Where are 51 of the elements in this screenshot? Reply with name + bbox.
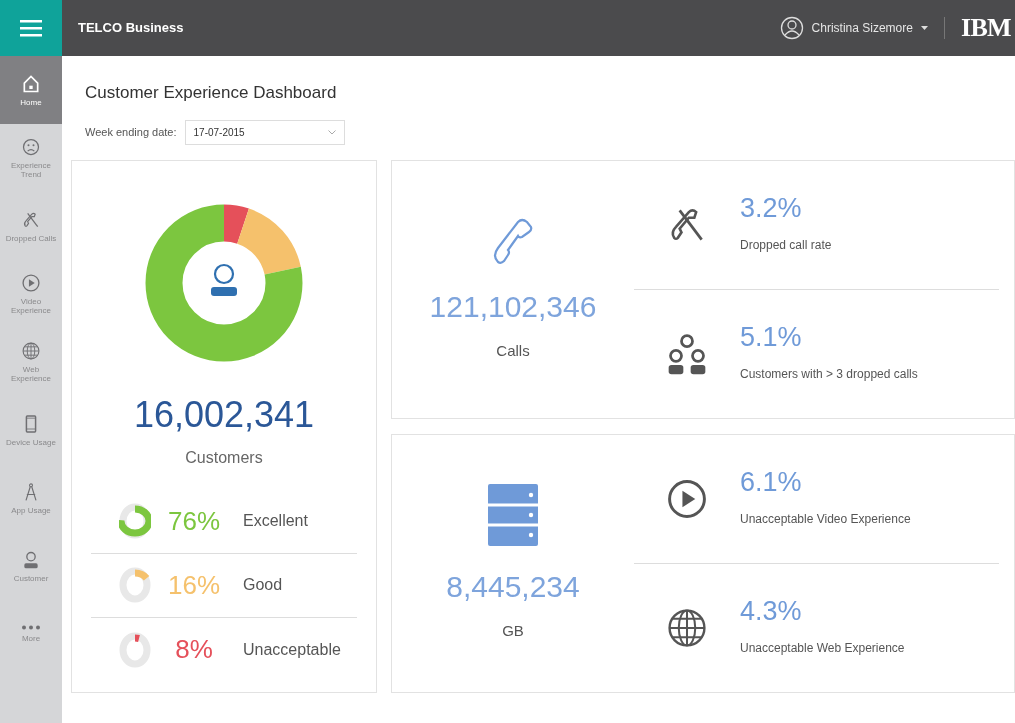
progress-ring (119, 566, 151, 604)
total-label: GB (502, 620, 524, 641)
customer-label: Customers (185, 447, 263, 468)
caret-icon (920, 26, 928, 30)
server-icon (488, 483, 538, 546)
total-value: 121,102,346 (429, 291, 597, 322)
metric-label: Unacceptable Web Experience (740, 640, 905, 657)
metric-value: 6.1% (740, 469, 803, 496)
customer-count: 16,002,341 (133, 396, 315, 433)
brand-logo: IBM (960, 15, 1011, 41)
person-icon (211, 263, 237, 296)
more-icon (21, 625, 41, 630)
home-icon (21, 73, 41, 94)
sidebar-item[interactable]: Experience Trend (0, 124, 62, 192)
metric-value: 3.2% (740, 195, 803, 222)
rating-label: Excellent (243, 511, 308, 531)
sidebar-item[interactable]: Home (0, 56, 62, 124)
percent-value: 8% (174, 633, 214, 666)
progress-ring (119, 502, 151, 540)
play-icon (21, 273, 41, 293)
date-dropdown[interactable]: 17-07-2015 (184, 119, 345, 145)
sidebar-item[interactable]: More (0, 600, 62, 668)
metric-label: Customers with > 3 dropped calls (740, 366, 918, 383)
sidebar-item[interactable]: Video Experience (0, 260, 62, 328)
metric-value: 5.1% (740, 324, 803, 351)
metric-label: Dropped call rate (740, 237, 832, 254)
total-value: 8,445,234 (446, 571, 580, 602)
menu-button[interactable] (0, 0, 62, 56)
sad-face-icon (21, 137, 41, 157)
percent-value: 16% (166, 568, 221, 602)
user-icon[interactable] (779, 16, 804, 40)
sidebar-item[interactable]: Dropped Calls (0, 192, 62, 260)
user-menu[interactable]: Christina Sizemore (811, 19, 928, 37)
progress-ring (119, 630, 151, 669)
menu-icon (20, 19, 42, 37)
chevron-icon (327, 129, 336, 135)
person-icon (21, 549, 41, 570)
sidebar-item[interactable]: Customer (0, 532, 62, 600)
sidebar-item[interactable]: App Usage (0, 464, 62, 532)
metric-value: 4.3% (740, 598, 803, 625)
app-title: TELCO Business (78, 19, 184, 38)
metric-label: Unacceptable Video Experience (740, 511, 911, 528)
sidebar-item[interactable]: Device Usage (0, 396, 62, 464)
rating-label: Good (243, 575, 283, 595)
field-label: Week ending date: (85, 124, 177, 140)
page-title: Customer Experience Dashboard (85, 82, 338, 104)
rating-label: Unacceptable (243, 639, 341, 660)
globe-icon (21, 341, 41, 361)
percent-value: 76% (166, 504, 221, 538)
total-label: Calls (496, 340, 530, 361)
sidebar-item[interactable]: Web Experience (0, 328, 62, 396)
